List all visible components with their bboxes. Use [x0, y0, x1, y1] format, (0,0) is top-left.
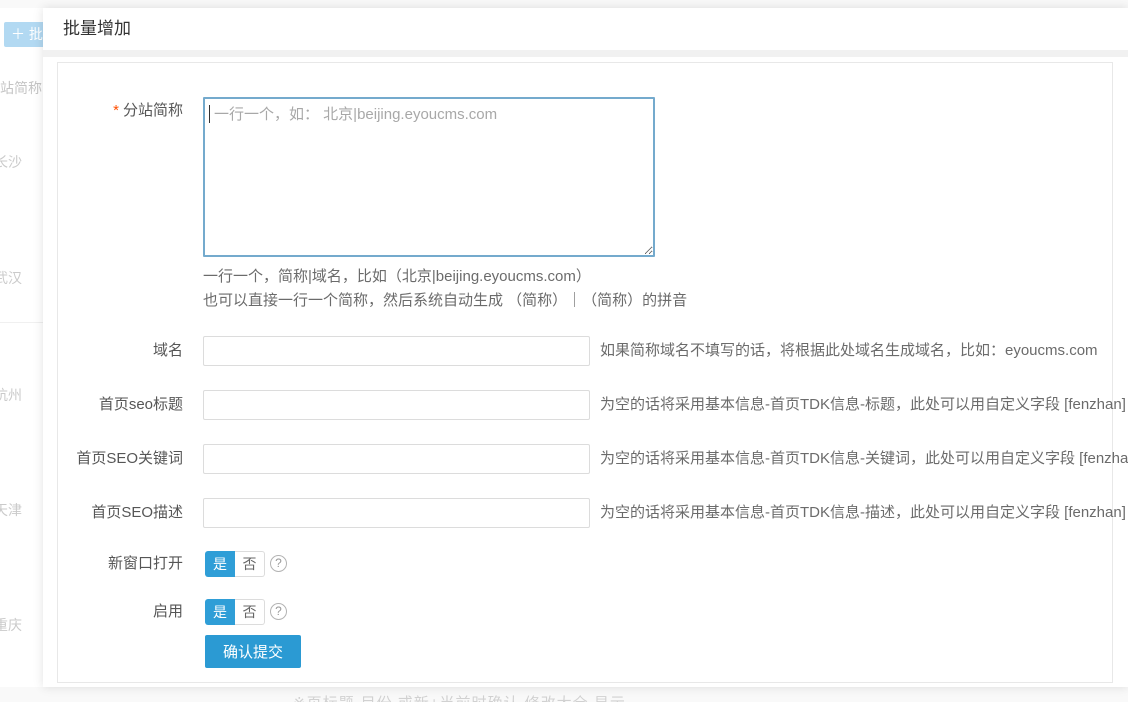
seo-keywords-input[interactable]: [203, 444, 590, 474]
domain-label: 域名: [43, 336, 183, 366]
enable-no-button[interactable]: 否: [235, 599, 265, 625]
question-mark-icon[interactable]: ?: [270, 555, 287, 572]
new-window-yes-button[interactable]: 是: [205, 551, 235, 577]
short-name-textarea[interactable]: [203, 97, 655, 257]
modal-title: 批量增加: [43, 8, 1128, 50]
seo-description-hint: 为空的话将采用基本信息-首页TDK信息-描述，此处可以用自定义字段 [fenzh…: [600, 498, 1126, 528]
new-window-label: 新窗口打开: [43, 551, 183, 577]
row-divider: [0, 322, 43, 323]
seo-title-label: 首页seo标题: [43, 390, 183, 420]
seo-title-hint: 为空的话将采用基本信息-首页TDK信息-标题，此处可以用自定义字段 [fenzh…: [600, 390, 1126, 420]
enable-yes-button[interactable]: 是: [205, 599, 235, 625]
new-window-toggle: 是 否: [205, 551, 265, 577]
short-name-label: *分站简称: [43, 101, 183, 121]
submit-button[interactable]: 确认提交: [205, 635, 301, 668]
enable-label: 启用: [43, 599, 183, 625]
short-name-help-1: 一行一个，简称|域名，比如（北京|beijing.eyoucms.com）: [203, 266, 591, 288]
seo-title-input[interactable]: [203, 390, 590, 420]
list-item: 长沙: [0, 152, 22, 172]
seo-keywords-hint: 为空的话将采用基本信息-首页TDK信息-关键词，此处可以用自定义字段 [fenz…: [600, 444, 1128, 474]
required-asterisk: *: [113, 102, 119, 119]
seo-keywords-label: 首页SEO关键词: [43, 444, 183, 474]
clipped-footer-text: ※页标题-目份 或新+当前时确认 修改大全 显示: [293, 692, 626, 702]
title-divider: [43, 50, 1128, 57]
seo-description-input[interactable]: [203, 498, 590, 528]
batch-add-button: ＋ 批量增加: [4, 22, 43, 47]
question-mark-icon[interactable]: ?: [270, 603, 287, 620]
list-item: 重庆: [0, 615, 22, 635]
list-column-header: 分站简称: [0, 78, 42, 98]
seo-description-label: 首页SEO描述: [43, 498, 183, 528]
batch-add-modal: 批量增加 *分站简称 一行一个，简称|域名，比如（北京|beijing.eyou…: [43, 8, 1128, 687]
short-name-label-text: 分站简称: [123, 102, 183, 119]
subsite-list-left-edge: ＋ 批量增加 分站简称 长沙 武汉 杭州 天津 重庆: [0, 8, 43, 687]
list-item: 杭州: [0, 385, 22, 405]
short-name-help-2: 也可以直接一行一个简称，然后系统自动生成 （简称）｜（简称）的拼音: [203, 290, 687, 312]
domain-hint: 如果简称域名不填写的话，将根据此处域名生成域名，比如：eyoucms.com: [600, 336, 1098, 366]
list-item: 天津: [0, 500, 22, 520]
new-window-no-button[interactable]: 否: [235, 551, 265, 577]
domain-input[interactable]: [203, 336, 590, 366]
list-item: 武汉: [0, 268, 22, 288]
enable-toggle: 是 否: [205, 599, 265, 625]
